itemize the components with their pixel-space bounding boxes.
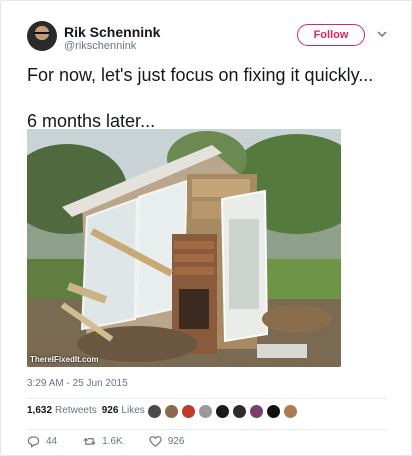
- like-count: 926: [167, 436, 185, 447]
- tweet-card: Rik Schennink @rikschennink Follow For n…: [0, 0, 412, 456]
- photo-watermark: ThereIFixedIt.com: [30, 355, 99, 364]
- likers-avatars: [147, 404, 298, 419]
- liker-avatar[interactable]: [147, 404, 162, 419]
- author-name[interactable]: Rik Schennink: [64, 24, 160, 40]
- retweet-icon: [83, 437, 96, 446]
- divider: [27, 429, 387, 430]
- retweets-label: Retweets: [55, 405, 97, 416]
- follow-button[interactable]: Follow: [297, 24, 365, 46]
- liker-avatar[interactable]: [198, 404, 213, 419]
- retweet-count: 1.6K: [102, 436, 123, 447]
- heart-icon: [149, 436, 162, 447]
- liker-avatar[interactable]: [164, 404, 179, 419]
- likes-stat[interactable]: 926 Likes: [102, 405, 145, 416]
- reply-icon: [27, 436, 40, 448]
- author-handle[interactable]: @rikschennink: [64, 40, 136, 52]
- tweet-stats: 1,632 Retweets 926 Likes: [27, 405, 145, 416]
- liker-avatar[interactable]: [232, 404, 247, 419]
- chevron-down-icon[interactable]: [376, 28, 388, 40]
- author-avatar[interactable]: [27, 21, 57, 51]
- reply-count: 44: [46, 436, 58, 447]
- liker-avatar[interactable]: [215, 404, 230, 419]
- retweet-action[interactable]: 1.6K: [83, 435, 123, 448]
- tweet-actions: 44 1.6K 926: [27, 435, 210, 448]
- tweet-photo[interactable]: ThereIFixedIt.com: [27, 129, 341, 367]
- retweets-stat[interactable]: 1,632 Retweets: [27, 405, 97, 416]
- retweets-count: 1,632: [27, 405, 53, 416]
- shed-photo-illustration: [27, 129, 341, 367]
- avatar-glasses: [34, 32, 50, 38]
- likes-label: Likes: [121, 405, 145, 416]
- tweet-timestamp[interactable]: 3:29 AM - 25 Jun 2015: [27, 378, 128, 389]
- tweet-text-line-1: For now, let's just focus on fixing it q…: [27, 65, 374, 85]
- liker-avatar[interactable]: [249, 404, 264, 419]
- liker-avatar[interactable]: [283, 404, 298, 419]
- tweet-text: For now, let's just focus on fixing it q…: [27, 63, 397, 133]
- like-action[interactable]: 926: [149, 435, 185, 448]
- divider: [27, 398, 387, 399]
- liker-avatar[interactable]: [181, 404, 196, 419]
- liker-avatar[interactable]: [266, 404, 281, 419]
- reply-action[interactable]: 44: [27, 435, 57, 448]
- likes-count: 926: [101, 405, 119, 416]
